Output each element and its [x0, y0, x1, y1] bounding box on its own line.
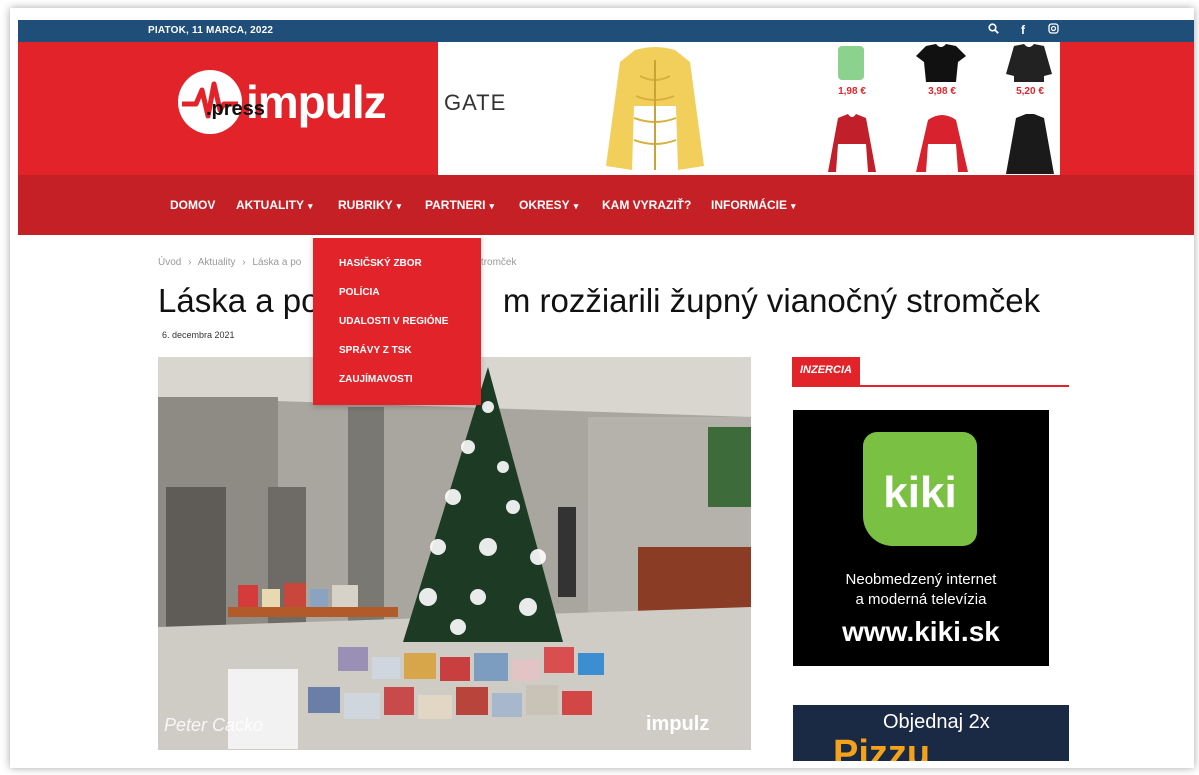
current-date: PIATOK, 11 MARCA, 2022 — [148, 25, 274, 36]
nav-item-domov[interactable]: DOMOV — [170, 198, 215, 212]
main-navigation: DOMOV AKTUALITY ▾ RUBRIKY ▾ PARTNERI ▾ OKRE… — [18, 175, 1194, 235]
red-jacket-image — [916, 115, 968, 172]
black-coat-image — [1006, 114, 1054, 174]
breadcrumb-aktuality[interactable]: Aktuality — [198, 257, 236, 268]
gate-brand: GATE — [444, 90, 507, 115]
dropdown-item-zaujimavosti[interactable]: ZAUJÍMAVOSTI — [339, 374, 413, 385]
top-bar-icons: f — [986, 23, 1060, 37]
product-price: 1,98 € — [838, 86, 866, 97]
christmas-tree-photo — [158, 357, 751, 750]
dropdown-item-spravy-z-tsk[interactable]: SPRÁVY Z TSK — [339, 345, 412, 356]
article-photo[interactable]: Peter Cacko impulz — [158, 357, 751, 750]
breadcrumb-home[interactable]: Úvod — [158, 257, 181, 268]
kiki-url: www.kiki.sk — [842, 616, 1000, 647]
breadcrumb-current: Láska a po — [252, 257, 302, 268]
tshirt-image — [916, 44, 966, 82]
breadcrumb-separator: › — [188, 257, 192, 268]
instagram-icon[interactable] — [1046, 23, 1060, 37]
breadcrumb-separator: › — [242, 257, 246, 268]
ad-banner-gate[interactable]: GATE 1,98 € 3,98 € 5,20 € — [438, 42, 1060, 175]
ad-kiki[interactable]: kiki Neobmedzený internet a moderná tele… — [793, 410, 1049, 666]
nav-item-kam-vyrazit[interactable]: KAM VYRAZIŤ? — [602, 198, 691, 212]
candle-image — [838, 46, 864, 80]
chevron-down-icon: ▾ — [489, 201, 494, 211]
logo-press-text: .press — [206, 98, 265, 120]
search-icon[interactable] — [986, 23, 1000, 37]
chevron-down-icon: ▾ — [791, 201, 796, 211]
dropdown-item-udalosti-v-regione[interactable]: UDALOSTI V REGIÓNE — [339, 316, 448, 327]
site-header: impulz .press GATE 1,98 € 3,98 € 5,20 € — [18, 42, 1194, 175]
product-candle[interactable]: 1,98 € — [812, 42, 892, 104]
nav-item-aktuality[interactable]: AKTUALITY ▾ — [236, 198, 313, 212]
pizza-ad-line2: Pizzu — [833, 733, 931, 761]
top-bar: PIATOK, 11 MARCA, 2022 f — [18, 20, 1194, 42]
nav-item-rubriky[interactable]: RUBRIKY ▾ — [338, 198, 401, 212]
nav-item-partneri[interactable]: PARTNERI ▾ — [425, 198, 494, 212]
sweatshirt-image — [1006, 44, 1052, 82]
dropdown-item-hasicsky-zbor[interactable]: HASIČSKÝ ZBOR — [339, 258, 422, 269]
photo-watermark-logo: impulz — [646, 713, 710, 735]
product-sweatshirt[interactable]: 5,20 € — [990, 42, 1070, 104]
article-date: 6. decembra 2021 — [162, 330, 235, 340]
rubriky-dropdown-menu: HASIČSKÝ ZBOR POLÍCIA UDALOSTI V REGIÓNE… — [313, 235, 481, 405]
yellow-jacket-image — [606, 47, 704, 170]
red-sweater-image — [828, 114, 876, 172]
chevron-down-icon: ▾ — [573, 201, 579, 211]
chevron-down-icon: ▾ — [396, 201, 402, 211]
photo-credit: Peter Cacko — [164, 715, 264, 735]
chevron-down-icon: ▾ — [308, 201, 313, 211]
facebook-icon[interactable]: f — [1016, 23, 1030, 37]
kiki-tagline: Neobmedzený internet a moderná televízia — [845, 571, 997, 608]
kiki-logo: kiki — [863, 432, 977, 546]
dropdown-item-policia[interactable]: POLÍCIA — [339, 287, 380, 298]
product-tshirt[interactable]: 3,98 € — [902, 42, 982, 104]
page-title: Láska a po m rozžiarili župný vianočný s… — [158, 282, 1041, 319]
pizza-ad-line1: Objednaj 2x — [883, 711, 990, 733]
logo-text: impulz — [246, 76, 387, 128]
ad-pizza[interactable]: Objednaj 2x Pizzu — [793, 705, 1069, 761]
inzercia-label: INZERCIA — [792, 357, 860, 385]
product-price: 3,98 € — [928, 86, 956, 97]
product-price: 5,20 € — [1016, 86, 1044, 97]
nav-item-informacie[interactable]: INFORMÁCIE ▾ — [711, 198, 796, 212]
inzercia-section-header: INZERCIA — [792, 357, 1069, 387]
nav-item-okresy[interactable]: OKRESY ▾ — [519, 198, 578, 212]
